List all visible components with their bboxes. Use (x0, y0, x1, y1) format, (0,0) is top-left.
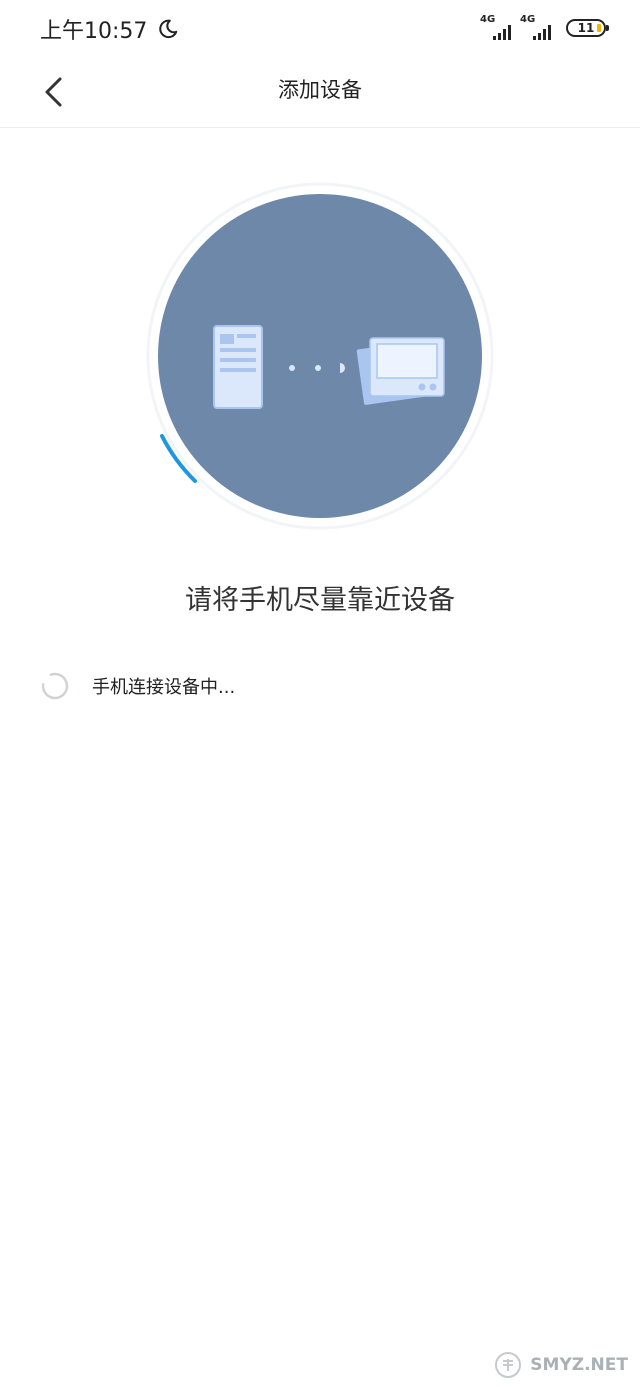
battery-level: 11 (577, 21, 595, 35)
battery-tip (606, 25, 609, 31)
moon-icon (159, 19, 178, 39)
add-device-screen: 上午10:57 4G 4G 11 添加设备 请将手机尽量靠近设备 手机连接设备中… (0, 0, 640, 1387)
status-time: 上午10:57 (40, 19, 148, 44)
watermark: SMYZ.NET (494, 1351, 628, 1379)
watermark-site: SMYZ.NET (530, 1355, 628, 1375)
signal-icon: 4G (480, 14, 514, 40)
instruction-text: 请将手机尽量靠近设备 (185, 585, 455, 616)
status-bar: 上午10:57 4G 4G 11 (0, 0, 640, 56)
battery-icon: 11 (566, 19, 609, 37)
connection-illustration (140, 176, 500, 536)
battery-charge-indicator (597, 24, 601, 32)
connection-status-row: 手机连接设备中... (40, 668, 235, 704)
nav-bar: 添加设备 (0, 56, 640, 128)
signal-icon: 4G (520, 14, 554, 40)
page-title: 添加设备 (278, 78, 362, 102)
connection-status-text: 手机连接设备中... (92, 677, 236, 698)
time-group: 上午10:57 (40, 14, 179, 44)
loading-spinner-icon (41, 672, 69, 700)
status-icons: 4G 4G 11 (480, 14, 609, 40)
phone-icon (213, 325, 263, 409)
device-icon (356, 337, 445, 405)
watermark-logo-icon (495, 1352, 522, 1378)
